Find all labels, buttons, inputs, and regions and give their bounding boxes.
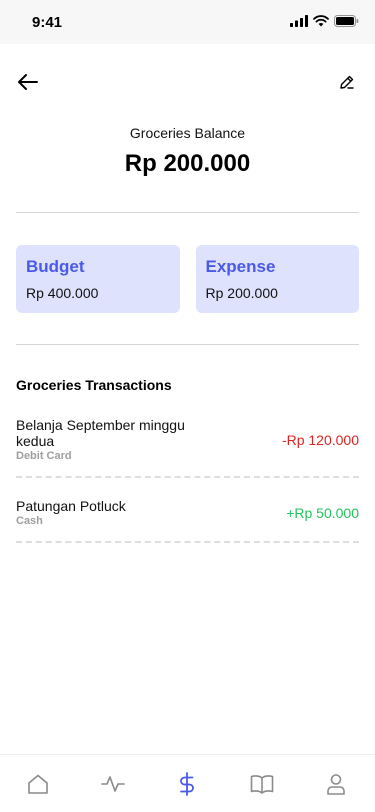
battery-icon: [334, 15, 359, 27]
budget-card-title: Budget: [26, 257, 85, 276]
transaction-row[interactable]: Patungan Potluck Cash +Rp 50.000: [16, 498, 359, 543]
nav-budget[interactable]: [175, 771, 199, 796]
expense-card[interactable]: Expense Rp 200.000: [195, 245, 359, 313]
balance-label: Groceries Balance: [129, 125, 246, 141]
transaction-method: Cash: [16, 515, 43, 527]
nav-home[interactable]: [26, 772, 50, 796]
transactions-list: Belanja September minggu kedua Debit Car…: [16, 417, 359, 563]
arrow-left-icon: [18, 74, 38, 90]
budget-card-value: Rp 400.000: [26, 285, 99, 301]
signal-icon: [290, 15, 308, 27]
transaction-amount: -Rp 120.000: [281, 431, 359, 448]
summary-cards: Budget Rp 400.000 Expense Rp 200.000: [16, 245, 359, 313]
divider: [16, 344, 359, 345]
budget-card[interactable]: Budget Rp 400.000: [16, 245, 180, 313]
activity-icon: [100, 775, 125, 792]
edit-button[interactable]: [333, 68, 361, 96]
transactions-title: Groceries Transactions: [16, 377, 172, 393]
transaction-method: Debit Card: [16, 450, 72, 462]
status-time: 9:41: [32, 14, 63, 31]
transaction-title: Patungan Potluck: [16, 498, 126, 514]
status-icons: [290, 15, 359, 27]
nav-activity[interactable]: [100, 772, 125, 796]
bottom-nav: [0, 754, 375, 812]
transaction-row[interactable]: Belanja September minggu kedua Debit Car…: [16, 417, 359, 478]
expense-card-value: Rp 200.000: [205, 285, 278, 301]
status-bar: 9:41: [0, 0, 375, 44]
dollar-icon: [180, 771, 194, 796]
balance-value: Rp 200.000: [124, 150, 251, 177]
nav-book[interactable]: [250, 772, 274, 796]
wifi-icon: [313, 15, 329, 27]
transaction-title: Belanja September minggu kedua: [16, 417, 185, 449]
divider: [16, 212, 359, 213]
transaction-amount: +Rp 50.000: [286, 504, 359, 521]
expense-card-title: Expense: [205, 257, 276, 276]
user-icon: [327, 773, 345, 795]
nav-profile[interactable]: [324, 772, 348, 796]
pencil-icon: [340, 75, 354, 89]
home-icon: [28, 774, 48, 794]
book-icon: [250, 774, 273, 794]
header: [0, 66, 375, 98]
back-button[interactable]: [12, 66, 44, 98]
